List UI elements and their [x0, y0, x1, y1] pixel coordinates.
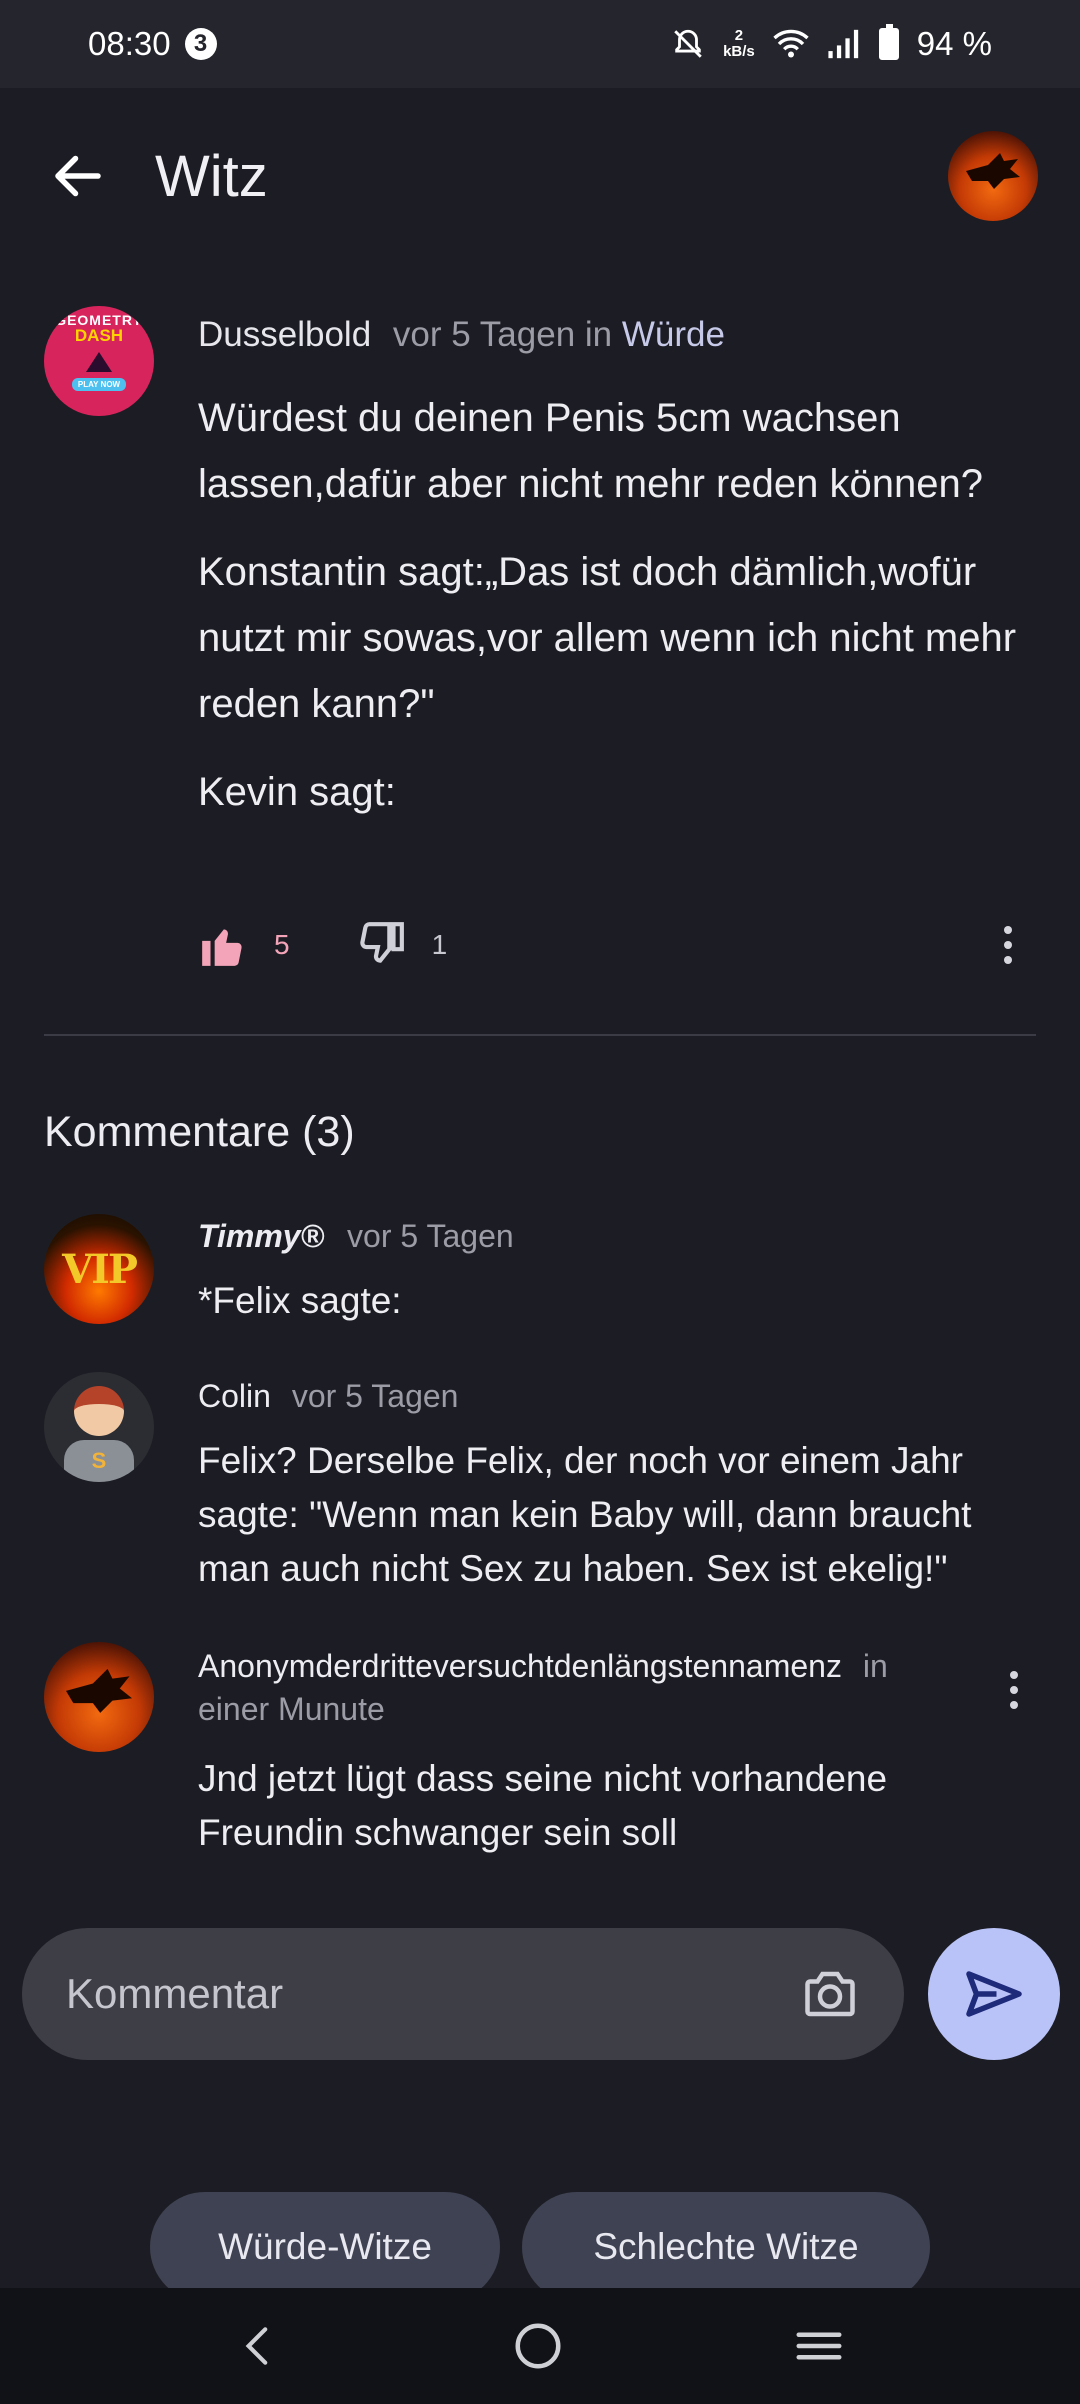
- like-button[interactable]: 5: [198, 920, 290, 970]
- nav-recents-icon[interactable]: [792, 2319, 846, 2373]
- vote-row: 5 1: [198, 915, 1028, 975]
- comment-author[interactable]: Colin: [198, 1378, 271, 1414]
- thumbs-up-icon: [202, 929, 242, 966]
- network-speed: 2 kB/s: [723, 28, 755, 60]
- arrow-left-icon: [55, 155, 101, 197]
- dragon-silhouette-icon: [66, 1668, 132, 1713]
- post-author[interactable]: Dusselbold: [198, 315, 371, 354]
- play-triangle-icon: [86, 352, 112, 372]
- comment-text: *Felix sagte:: [198, 1280, 402, 1321]
- send-icon: [966, 1971, 1022, 2017]
- avatar-play-now-text: PLAY NOW: [71, 378, 127, 391]
- back-button[interactable]: [48, 146, 108, 206]
- user-avatar[interactable]: [948, 131, 1038, 221]
- comment-time: vor 5 Tagen: [291, 1378, 459, 1414]
- post-paragraph: Kevin sagt:: [198, 770, 396, 814]
- avatar-shirt-letter: S: [91, 1448, 107, 1473]
- chip-schlechte-witze[interactable]: Schlechte Witze: [522, 2192, 930, 2302]
- comment-input[interactable]: Kommentar: [22, 1928, 904, 2060]
- dot: [1010, 1701, 1018, 1709]
- dragon-silhouette-icon: [966, 153, 1020, 189]
- comments-heading: Kommentare (3): [44, 1108, 355, 1156]
- camera-icon[interactable]: [800, 1964, 860, 2024]
- dot: [1010, 1686, 1018, 1694]
- wifi-icon: [773, 29, 809, 58]
- send-button[interactable]: [928, 1928, 1060, 2060]
- avatar-vip-text: VIP: [62, 1245, 138, 1293]
- comment-author[interactable]: Anonymderdritteversuchtdenlängstennamenz: [198, 1648, 842, 1684]
- comment-more-options-button[interactable]: [994, 1660, 1034, 1720]
- nav-back-icon[interactable]: [234, 2321, 284, 2371]
- commenter-avatar[interactable]: S: [44, 1372, 154, 1482]
- mute-bell-icon: [674, 29, 702, 58]
- dislike-count: 1: [431, 929, 448, 960]
- post-meta: Dusselbold vor 5 Tagen in Würde: [198, 315, 725, 355]
- network-speed-value: 2: [734, 27, 744, 44]
- comment-time-continued: einer Munute: [198, 1691, 385, 1727]
- dot: [1004, 941, 1012, 949]
- comment-meta: Timmy® vor 5 Tagen: [198, 1218, 514, 1255]
- post-category-link[interactable]: Würde: [622, 315, 725, 354]
- system-nav-bar: [0, 2288, 1080, 2404]
- status-time: 08:30: [88, 25, 171, 62]
- comment-author[interactable]: Timmy®: [198, 1218, 324, 1254]
- thumbs-down-icon: [359, 922, 404, 963]
- nav-home-icon[interactable]: [511, 2319, 565, 2373]
- app-bar: Witz: [0, 88, 1080, 263]
- post-author-avatar[interactable]: GEOMETRY DASH PLAY NOW: [44, 306, 154, 416]
- like-count: 5: [274, 929, 290, 960]
- dot: [1010, 1671, 1018, 1679]
- commenter-avatar[interactable]: [44, 1642, 154, 1752]
- comment-input-placeholder: Kommentar: [66, 1970, 284, 2017]
- comment-text: Felix? Derselbe Felix, der noch vor eine…: [198, 1440, 972, 1589]
- signal-icon: [828, 29, 858, 59]
- dot: [1004, 926, 1012, 934]
- comment-meta: Anonymderdritteversuchtdenlängstennamenz…: [198, 1648, 988, 1728]
- avatar-shirt: S: [64, 1440, 134, 1482]
- post-body: Würdest du deinen Penis 5cm wachsen lass…: [198, 385, 1018, 847]
- chip-wuerde-witze[interactable]: Würde-Witze: [150, 2192, 500, 2302]
- network-speed-unit: kB/s: [723, 43, 755, 60]
- notification-count-badge: 3: [184, 28, 217, 60]
- post-paragraph: Konstantin sagt:„Das ist doch dämlich,wo…: [198, 550, 1017, 726]
- commenter-avatar[interactable]: VIP: [44, 1214, 154, 1324]
- battery-icon: [878, 24, 899, 60]
- avatar-head: [74, 1386, 124, 1436]
- comment-meta: Colin vor 5 Tagen: [198, 1378, 458, 1415]
- post-paragraph: Würdest du deinen Penis 5cm wachsen lass…: [198, 396, 983, 506]
- avatar-logo-text-2: DASH: [74, 326, 124, 345]
- post-more-options-button[interactable]: [988, 915, 1028, 975]
- comment-text: Jnd jetzt lügt dass seine nicht vorhande…: [198, 1758, 888, 1853]
- post-in-label: in: [584, 315, 613, 354]
- dot: [1004, 956, 1012, 964]
- status-bar: 08:30 3 2 kB/s 94 %: [0, 0, 1080, 88]
- page-title: Witz: [155, 144, 268, 209]
- status-icons: 2 kB/s 94 %: [671, 24, 992, 63]
- divider: [44, 1034, 1036, 1036]
- dislike-button[interactable]: 1: [356, 920, 448, 970]
- comment-time: vor 5 Tagen: [347, 1218, 514, 1254]
- comment-time: in: [862, 1648, 888, 1684]
- post-time: vor 5 Tagen: [392, 315, 576, 354]
- battery-percent: 94 %: [916, 25, 992, 62]
